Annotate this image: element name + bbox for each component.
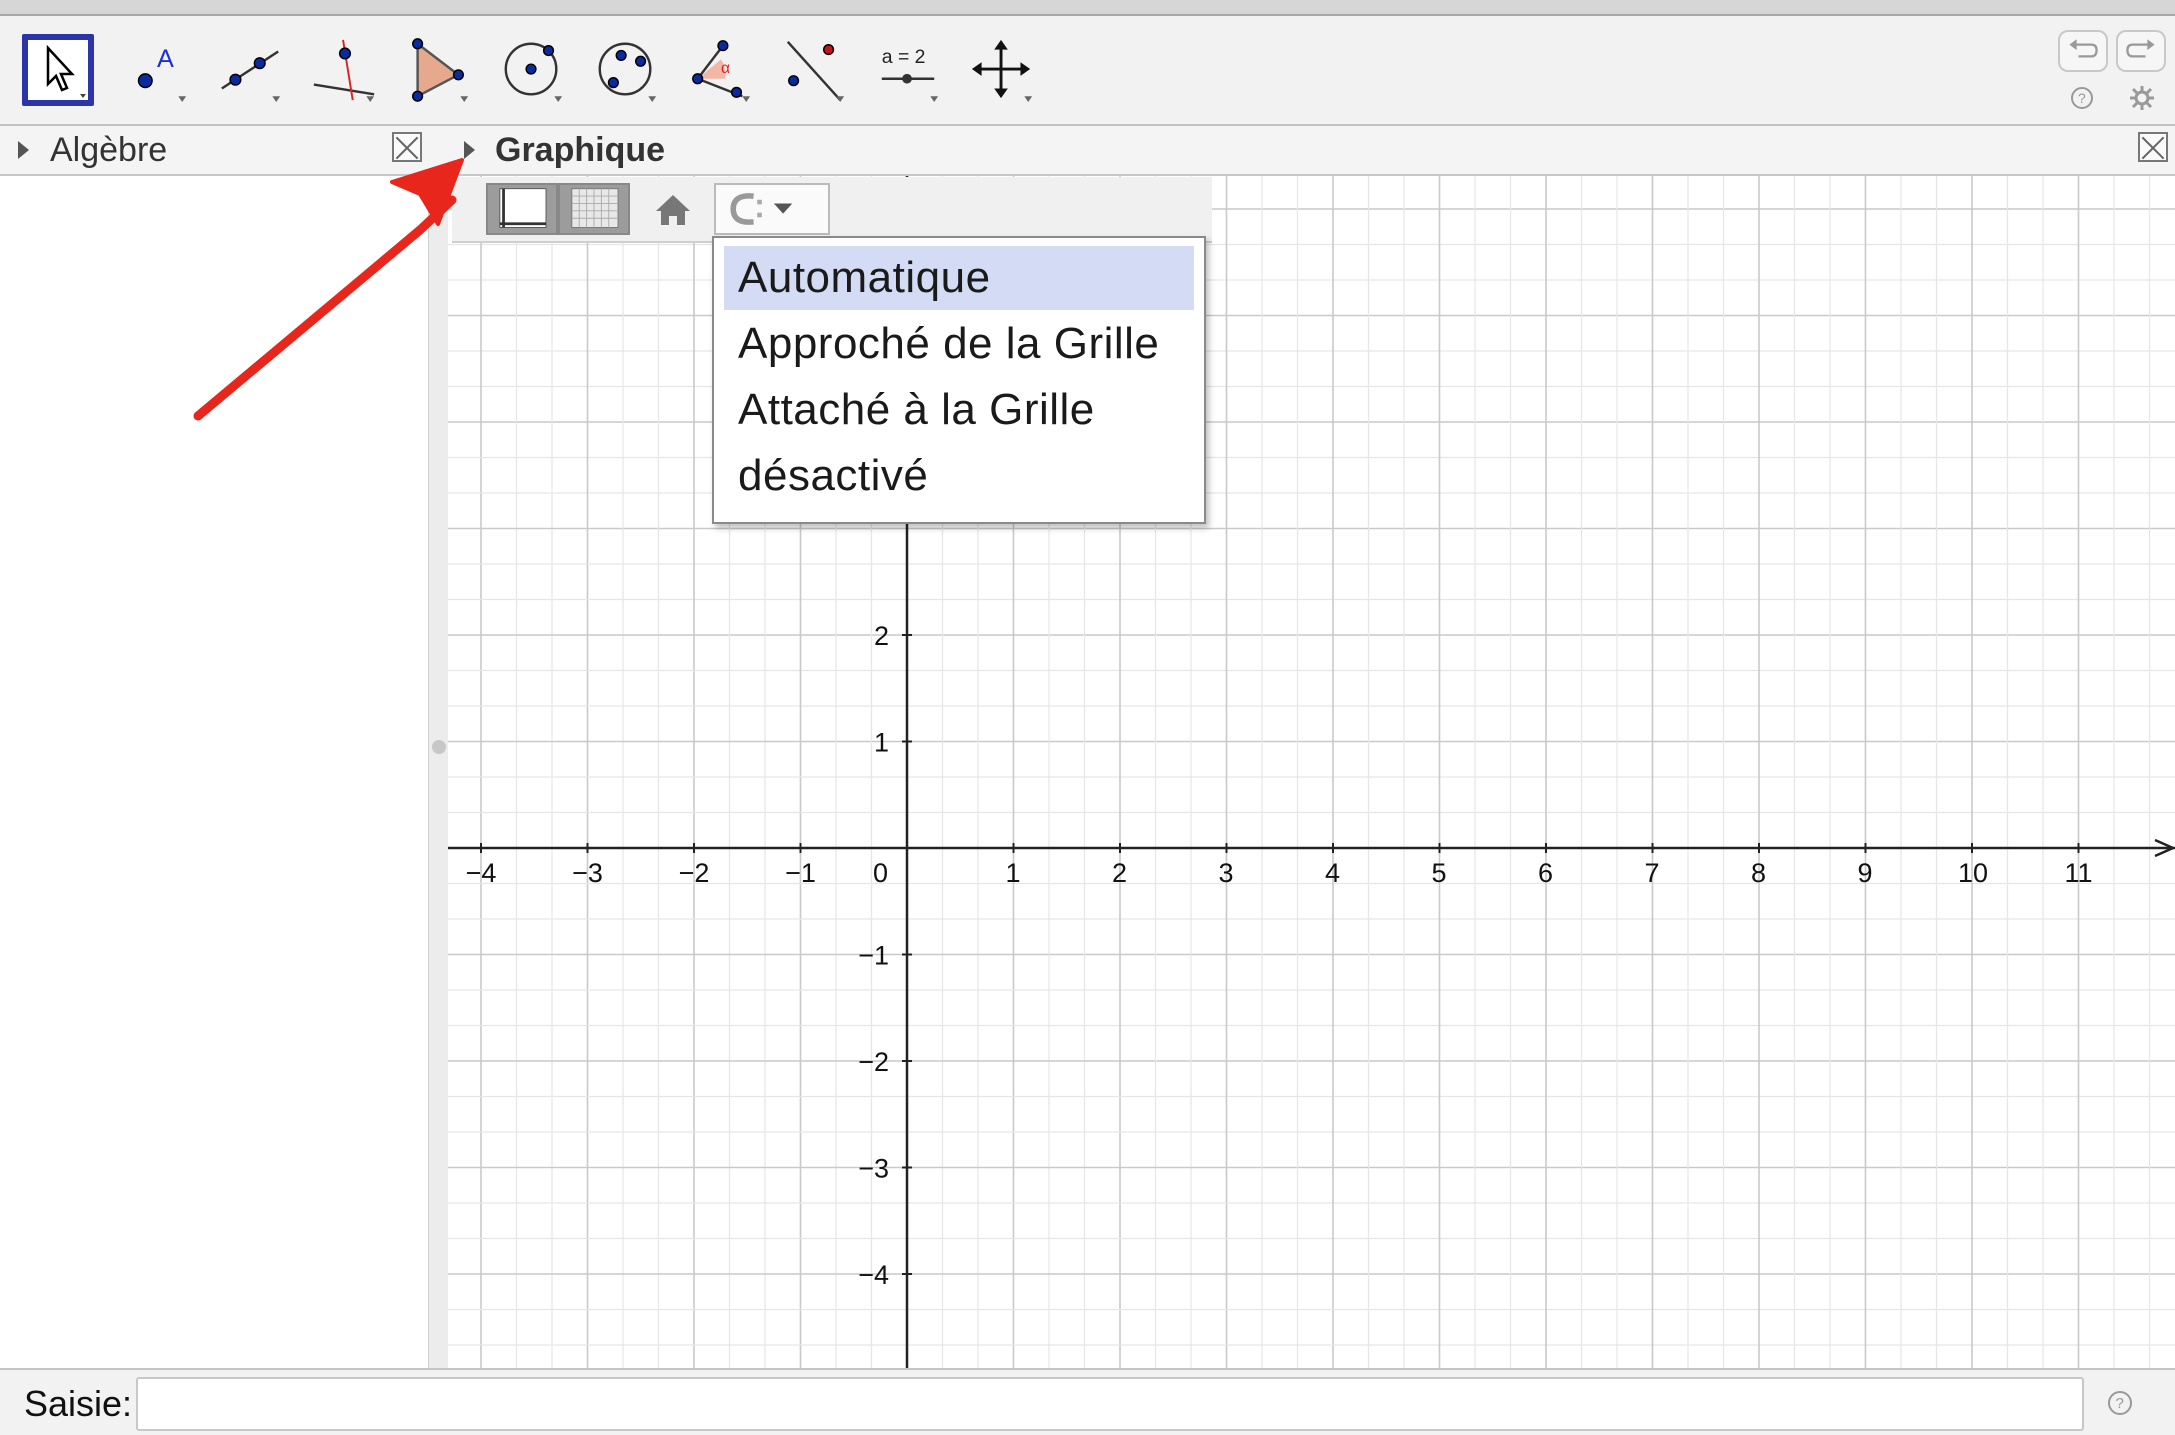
window-top-edge [0, 0, 2175, 16]
polygon-icon [412, 38, 469, 103]
algebra-view[interactable] [0, 176, 428, 1368]
x-tick-label: −2 [679, 858, 710, 888]
algebra-panel-title: Algèbre [50, 131, 168, 169]
graphics-style-bar [452, 177, 1212, 243]
point-capture-menu: Automatique Approché de la Grille Attach… [712, 236, 1206, 524]
graphics-close-icon[interactable] [2138, 132, 2168, 162]
angle-tool-button[interactable]: α [684, 34, 756, 106]
point-A-icon: A [137, 45, 187, 103]
circle-center-tool-button[interactable] [496, 34, 568, 106]
panel-divider[interactable] [428, 176, 449, 1368]
input-bar: Saisie: ? [0, 1368, 2175, 1435]
line-tool-button[interactable] [214, 34, 286, 106]
reflect-tool-button[interactable] [778, 34, 850, 106]
y-tick-label: 2 [874, 621, 889, 651]
undo-button[interactable] [2058, 30, 2108, 72]
arrow-cursor-icon [46, 44, 86, 98]
graphics-panel-title: Graphique [495, 131, 666, 169]
graphics-view[interactable]: −4 −3 −2 −1 0 1 2 3 4 5 6 7 8 9 10 11 2 1 −1 −2 −3 −4 [448, 176, 2175, 1368]
algebra-expand-triangle-icon[interactable] [18, 141, 29, 159]
axes-icon [499, 188, 547, 228]
undo-icon [2069, 39, 2098, 58]
panel-header-bar: Algèbre Graphique [0, 126, 2175, 176]
x-tick-label: 8 [1751, 858, 1766, 888]
x-tick-label: 6 [1538, 858, 1553, 888]
input-field[interactable] [136, 1377, 2084, 1431]
menu-item-attache-grille[interactable]: Attaché à la Grille [724, 378, 1194, 442]
home-icon [656, 195, 690, 225]
show-grid-toggle[interactable] [558, 183, 630, 235]
circle-three-points-icon [598, 42, 657, 103]
x-tick-label: 0 [873, 858, 888, 888]
svg-text:?: ? [2116, 1395, 2124, 1412]
x-tick-label: −4 [466, 858, 497, 888]
y-tick-label: −3 [858, 1154, 889, 1184]
help-icon[interactable]: ? [2068, 84, 2096, 112]
geogebra-window: A α a = 2 ? Algèbre Graphique −4 −3 −2 −… [0, 0, 2175, 1435]
algebra-close-icon[interactable] [392, 132, 422, 162]
redo-button[interactable] [2116, 30, 2166, 72]
perpendicular-tool-button[interactable] [308, 34, 380, 106]
point-label-letter: A [157, 45, 174, 73]
x-tick-label: 2 [1112, 858, 1127, 888]
point-capture-icon [730, 193, 793, 225]
menu-item-desactive[interactable]: désactivé [724, 444, 1194, 508]
coordinate-grid[interactable]: −4 −3 −2 −1 0 1 2 3 4 5 6 7 8 9 10 11 2 1 −1 −2 −3 −4 [448, 176, 2175, 1368]
standard-view-button[interactable] [644, 183, 702, 235]
x-tick-label: −3 [572, 858, 603, 888]
move-graphics-tool-button[interactable] [966, 34, 1038, 106]
grid-icon [571, 188, 619, 228]
x-tick-label: 11 [2065, 858, 2093, 888]
x-tick-label: 10 [1958, 858, 1988, 888]
x-tick-label: 4 [1325, 858, 1340, 888]
y-tick-label: −4 [858, 1260, 889, 1290]
slider-tool-label: a = 2 [882, 46, 926, 68]
reflect-about-line-icon [786, 41, 845, 103]
y-tick-label: 1 [874, 728, 889, 758]
line-through-points-icon [221, 50, 281, 103]
angle-alpha-letter: α [721, 60, 730, 77]
move-tool-button[interactable] [22, 34, 94, 106]
point-tool-button[interactable]: A [120, 34, 192, 106]
menu-item-automatique[interactable]: Automatique [724, 246, 1194, 310]
y-tick-label: −1 [858, 941, 889, 971]
x-tick-label: 3 [1219, 858, 1234, 888]
menu-item-approche-grille[interactable]: Approché de la Grille [724, 312, 1194, 376]
move-arrows-icon [971, 39, 1033, 103]
perpendicular-line-icon [313, 39, 375, 103]
graphics-expand-triangle-icon[interactable] [464, 141, 475, 159]
svg-text:?: ? [2078, 90, 2086, 106]
input-help-icon[interactable]: ? [2105, 1388, 2135, 1418]
polygon-tool-button[interactable] [402, 34, 474, 106]
x-tick-label: 7 [1645, 858, 1660, 888]
circle-center-point-icon [504, 42, 563, 103]
angle-icon: α [692, 40, 751, 103]
show-axes-toggle[interactable] [486, 183, 558, 235]
input-label: Saisie: [24, 1383, 133, 1424]
circle-three-points-tool-button[interactable] [590, 34, 662, 106]
slider-icon: a = 2 [882, 46, 939, 103]
redo-icon [2126, 39, 2155, 58]
y-tick-label: −2 [858, 1047, 889, 1077]
x-tick-label: 1 [1006, 858, 1021, 888]
x-tick-label: −1 [785, 858, 816, 888]
slider-tool-button[interactable]: a = 2 [872, 34, 944, 106]
tool-bar: A α a = 2 ? [0, 16, 2175, 126]
gear-icon[interactable] [2128, 84, 2156, 112]
divider-handle-icon[interactable] [432, 740, 446, 754]
x-tick-label: 5 [1432, 858, 1447, 888]
x-tick-label: 9 [1858, 858, 1873, 888]
point-capture-dropdown[interactable] [714, 183, 830, 235]
